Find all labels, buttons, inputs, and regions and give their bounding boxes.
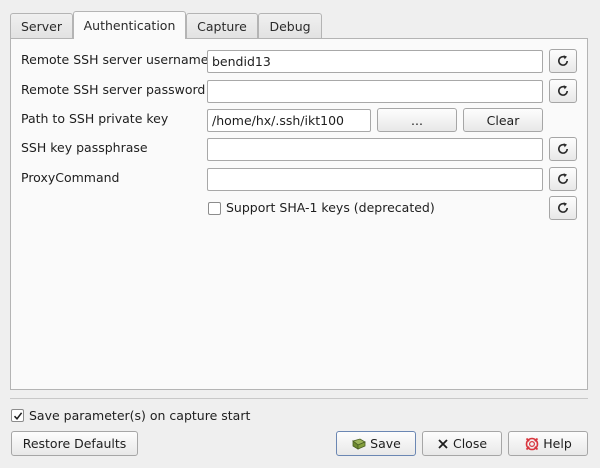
password-input[interactable]	[207, 80, 543, 103]
proxy-command-label: ProxyCommand	[21, 170, 120, 185]
help-button[interactable]: Help	[508, 431, 588, 456]
reset-passphrase-button[interactable]	[549, 137, 577, 161]
tab-server[interactable]: Server	[10, 13, 73, 38]
private-key-label: Path to SSH private key	[21, 111, 169, 126]
close-label: Close	[452, 436, 488, 451]
footer-separator	[10, 398, 588, 399]
reset-icon	[558, 85, 568, 96]
restore-defaults-label: Restore Defaults	[22, 436, 127, 451]
restore-defaults-button[interactable]: Restore Defaults	[11, 431, 138, 456]
passphrase-label: SSH key passphrase	[21, 140, 148, 155]
reset-icon	[558, 202, 568, 213]
reset-username-button[interactable]	[549, 49, 577, 73]
checkmark-icon	[13, 411, 22, 420]
proxy-command-input[interactable]	[207, 168, 543, 191]
tab-label: Authentication	[83, 18, 176, 33]
passphrase-input[interactable]	[207, 138, 543, 161]
reset-icon	[558, 55, 568, 66]
clear-key-label: Clear	[486, 112, 520, 128]
browse-key-label: ...	[411, 112, 423, 128]
username-label: Remote SSH server username	[21, 52, 209, 67]
save-on-start-checkbox[interactable]	[11, 409, 24, 422]
close-button[interactable]: Close	[422, 431, 502, 456]
password-label: Remote SSH server password	[21, 82, 206, 97]
save-icon	[352, 438, 367, 450]
authentication-panel: Remote SSH server username Remote SSH se…	[10, 38, 588, 390]
reset-password-button[interactable]	[549, 79, 577, 103]
save-button[interactable]: Save	[336, 431, 416, 456]
tab-authentication[interactable]: Authentication	[73, 11, 186, 39]
reset-sha1-button[interactable]	[549, 196, 577, 220]
sha1-label: Support SHA-1 keys (deprecated)	[226, 200, 435, 215]
reset-proxy-command-button[interactable]	[549, 167, 577, 191]
help-icon	[525, 437, 539, 450]
save-label: Save	[370, 436, 401, 451]
tab-label: Capture	[197, 18, 247, 34]
private-key-path-input[interactable]	[207, 109, 371, 132]
browse-key-button[interactable]: ...	[377, 108, 457, 132]
close-icon	[438, 438, 448, 449]
username-input[interactable]	[207, 50, 543, 73]
tab-label: Server	[21, 18, 62, 34]
reset-icon	[558, 143, 568, 154]
sha1-checkbox[interactable]	[208, 202, 221, 215]
reset-icon	[558, 173, 568, 184]
tab-label: Debug	[269, 18, 311, 34]
clear-key-button[interactable]: Clear	[463, 108, 543, 132]
tab-debug[interactable]: Debug	[258, 13, 322, 38]
save-on-start-label: Save parameter(s) on capture start	[29, 408, 251, 423]
tab-capture[interactable]: Capture	[186, 13, 258, 38]
help-label: Help	[543, 436, 572, 451]
